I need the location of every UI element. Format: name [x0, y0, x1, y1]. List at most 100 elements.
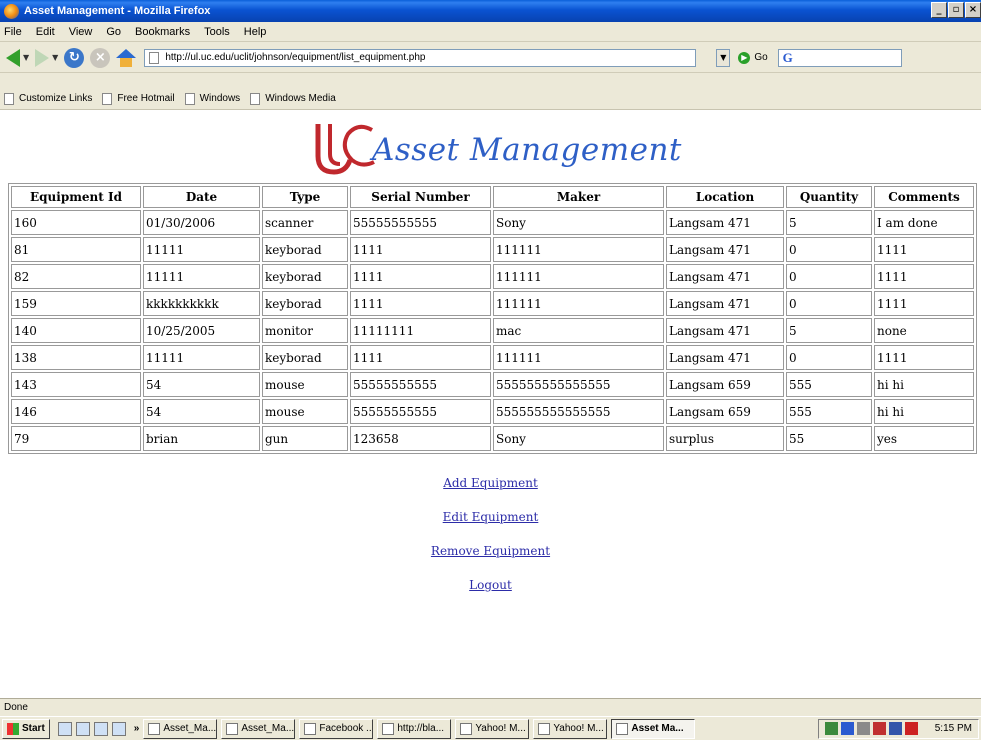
- outlook-icon[interactable]: [93, 721, 108, 736]
- cell-comments: none: [874, 318, 974, 343]
- action-links: Add Equipment Edit Equipment Remove Equi…: [0, 476, 981, 612]
- cell-serial-number: 123658: [350, 426, 491, 451]
- col-header-quantity: Quantity: [786, 186, 872, 208]
- minimize-button[interactable]: _: [931, 2, 947, 18]
- cell-comments: 1111: [874, 291, 974, 316]
- menu-edit[interactable]: Edit: [36, 26, 55, 38]
- window-titlebar[interactable]: Asset Management - Mozilla Firefox _ ▫ ×: [0, 0, 981, 22]
- cell-date: 11111: [143, 264, 260, 289]
- task-button-yahoo-2[interactable]: Yahoo! M...: [533, 718, 608, 739]
- reload-button[interactable]: ↻: [64, 46, 85, 70]
- cell-comments: hi hi: [874, 372, 974, 397]
- task-button-yahoo-1[interactable]: Yahoo! M...: [455, 718, 530, 739]
- cell-type: monitor: [262, 318, 348, 343]
- cell-maker: 111111: [493, 264, 664, 289]
- cell-comments: yes: [874, 426, 974, 451]
- bookmark-label: Free Hotmail: [117, 93, 175, 104]
- cell-equipment-id: 143: [11, 372, 141, 397]
- add-equipment-link[interactable]: Add Equipment: [443, 476, 538, 510]
- bookmark-customize-links[interactable]: Customize Links: [4, 92, 93, 105]
- task-button-word-1[interactable]: Asset_Ma...: [143, 718, 218, 739]
- bookmark-free-hotmail[interactable]: Free Hotmail: [102, 92, 175, 105]
- home-button[interactable]: [116, 46, 137, 70]
- task-button-word-2[interactable]: Asset_Ma...: [221, 718, 296, 739]
- bookmark-label: Customize Links: [19, 93, 93, 104]
- cell-equipment-id: 159: [11, 291, 141, 316]
- cell-quantity: 5: [786, 210, 872, 235]
- menu-tools[interactable]: Tools: [204, 26, 230, 38]
- go-arrow-icon: ▶: [738, 51, 751, 64]
- task-button-blog[interactable]: http://bla...: [377, 718, 452, 739]
- bookmarks-toolbar: Customize Links Free Hotmail Windows Win…: [0, 88, 981, 110]
- antivirus-icon[interactable]: [888, 722, 902, 735]
- chevron-down-icon[interactable]: ▼: [52, 53, 58, 62]
- cell-type: scanner: [262, 210, 348, 235]
- window-title: Asset Management - Mozilla Firefox: [24, 5, 211, 17]
- ie-icon: [304, 722, 317, 735]
- cell-serial-number: 1111: [350, 345, 491, 370]
- cell-maker: 111111: [493, 345, 664, 370]
- menu-go[interactable]: Go: [106, 26, 121, 38]
- search-input[interactable]: G: [777, 48, 902, 67]
- task-label: Facebook ...: [319, 723, 374, 734]
- adobe-icon[interactable]: [904, 722, 918, 735]
- cell-comments: I am done: [874, 210, 974, 235]
- cell-type: keyborad: [262, 291, 348, 316]
- cell-equipment-id: 81: [11, 237, 141, 262]
- google-search-icon[interactable]: G: [783, 50, 793, 66]
- network-icon[interactable]: [824, 722, 838, 735]
- menu-help[interactable]: Help: [244, 26, 267, 38]
- show-desktop-icon[interactable]: [57, 721, 72, 736]
- volume-icon[interactable]: [856, 722, 870, 735]
- back-button[interactable]: ▼: [6, 46, 29, 70]
- back-arrow-icon: [6, 48, 20, 67]
- task-label: Asset_Ma...: [163, 723, 217, 734]
- table-row: 160 01/30/2006 scanner 55555555555 Sony Langs…: [11, 210, 974, 235]
- display-icon[interactable]: [840, 722, 854, 735]
- edit-equipment-link[interactable]: Edit Equipment: [443, 510, 539, 544]
- table-row: 81 11111 keyborad 1111 111111 Langsam 471 0 111…: [11, 237, 974, 262]
- page-icon: [102, 92, 113, 105]
- go-button[interactable]: ▶ Go: [738, 51, 768, 64]
- address-bar[interactable]: http://ul.uc.edu/uclit/johnson/equipment…: [144, 48, 697, 67]
- cell-serial-number: 55555555555: [350, 372, 491, 397]
- task-label: Yahoo! M...: [553, 723, 604, 734]
- cell-location: Langsam 471: [666, 210, 784, 235]
- task-button-asset-management[interactable]: Asset Ma...: [611, 718, 696, 739]
- forward-button[interactable]: ▼: [35, 46, 58, 70]
- page-icon: [4, 92, 14, 105]
- security-icon[interactable]: [872, 722, 886, 735]
- remove-equipment-link[interactable]: Remove Equipment: [431, 544, 550, 578]
- internet-explorer-icon[interactable]: [75, 721, 90, 736]
- address-url[interactable]: http://ul.uc.edu/uclit/johnson/equipment…: [165, 52, 425, 63]
- cell-maker: 111111: [493, 291, 664, 316]
- quick-launch-chevron[interactable]: »: [134, 723, 140, 734]
- cell-equipment-id: 140: [11, 318, 141, 343]
- cell-date: brian: [143, 426, 260, 451]
- col-header-type: Type: [262, 186, 348, 208]
- maximize-button[interactable]: ▫: [948, 2, 964, 18]
- close-button[interactable]: ×: [965, 2, 981, 18]
- page-icon: [184, 92, 195, 105]
- quick-launch: »: [57, 721, 140, 736]
- logout-link[interactable]: Logout: [469, 578, 512, 612]
- cell-type: keyborad: [262, 345, 348, 370]
- ie-icon: [460, 722, 473, 735]
- menu-bookmarks[interactable]: Bookmarks: [135, 26, 190, 38]
- media-player-icon[interactable]: [111, 721, 126, 736]
- start-button[interactable]: Start: [2, 718, 50, 739]
- cell-date: 11111: [143, 345, 260, 370]
- address-dropdown-button[interactable]: ▼: [716, 48, 731, 67]
- equipment-table: Equipment Id Date Type Serial Number Mak…: [8, 183, 977, 454]
- cell-quantity: 0: [786, 345, 872, 370]
- menu-file[interactable]: File: [4, 26, 22, 38]
- bookmark-windows-media[interactable]: Windows Media: [250, 92, 336, 105]
- task-label: Yahoo! M...: [475, 723, 526, 734]
- task-button-facebook[interactable]: Facebook ...: [299, 718, 374, 739]
- stop-button[interactable]: ×: [90, 46, 111, 70]
- menu-view[interactable]: View: [69, 26, 93, 38]
- cell-location: Langsam 471: [666, 264, 784, 289]
- chevron-down-icon[interactable]: ▼: [23, 53, 29, 62]
- bookmark-windows[interactable]: Windows: [184, 92, 240, 105]
- table-row: 82 11111 keyborad 1111 111111 Langsam 471 0 111…: [11, 264, 974, 289]
